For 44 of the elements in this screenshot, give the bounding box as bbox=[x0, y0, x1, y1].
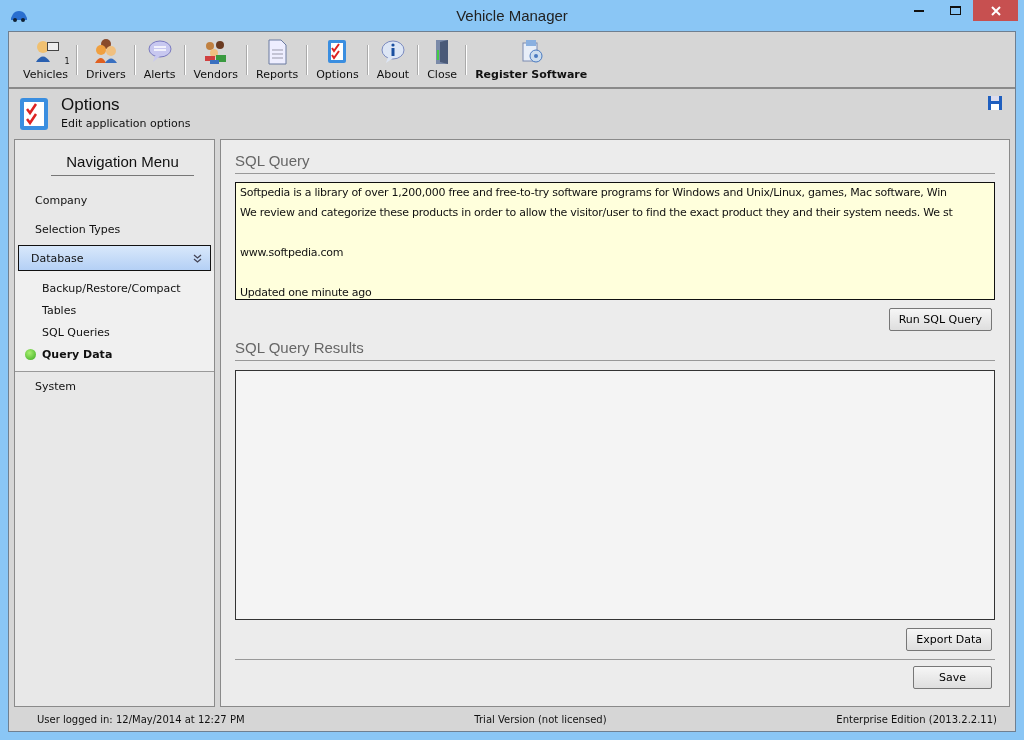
nav-subitem[interactable]: Backup/Restore/Compact bbox=[15, 277, 214, 299]
toolbar-button[interactable]: About bbox=[368, 36, 418, 83]
close-button[interactable] bbox=[973, 0, 1018, 21]
nav-item[interactable]: Company bbox=[18, 187, 211, 213]
toolbar-button[interactable]: Vendors bbox=[185, 36, 246, 83]
toolbar-button[interactable]: Alerts bbox=[135, 36, 184, 83]
toolbar-button[interactable]: Drivers bbox=[78, 36, 134, 83]
close-icon bbox=[990, 5, 1001, 16]
query-text-line: www.softpedia.com bbox=[240, 245, 344, 261]
checklist-icon bbox=[19, 97, 49, 131]
status-text: Trial Version (not licensed) bbox=[474, 713, 607, 725]
toolbar-button[interactable]: 1 Vehicles bbox=[15, 36, 77, 83]
save-icon[interactable] bbox=[987, 95, 1003, 111]
page-title: Options bbox=[61, 95, 121, 115]
nav-item[interactable]: System bbox=[18, 373, 211, 399]
window-title: Vehicle Manager bbox=[455, 7, 569, 24]
page-subtitle: Edit application options bbox=[61, 117, 191, 130]
nav-item[interactable]: Database bbox=[18, 245, 211, 271]
toolbar-button[interactable]: Register Software bbox=[467, 36, 596, 83]
nav-subitem[interactable]: Query Data bbox=[15, 343, 214, 365]
count-label: 1 bbox=[64, 57, 70, 66]
status-text: User logged in: 12/May/2014 at 12:27 PM bbox=[37, 713, 245, 725]
toolbar-button[interactable]: Options bbox=[308, 36, 367, 83]
section-title: SQL Query bbox=[235, 152, 995, 174]
car-icon bbox=[10, 9, 28, 22]
export-data-button[interactable]: Export Data bbox=[906, 628, 992, 651]
status-dot-icon bbox=[25, 348, 36, 360]
section-title: SQL Query Results bbox=[235, 339, 995, 361]
nav-subitem[interactable]: SQL Queries bbox=[15, 321, 214, 343]
query-text-line: We review and categorize these products in order to allow the visitor/user to find the exact product they and their system needs. We st bbox=[240, 205, 953, 221]
toolbar-button[interactable]: Reports bbox=[248, 36, 307, 83]
run-sql-query-button[interactable]: Run SQL Query bbox=[888, 308, 992, 331]
info-icon bbox=[378, 38, 407, 66]
toolbar-button[interactable]: Close bbox=[419, 36, 466, 83]
query-text-line: Updated one minute ago bbox=[240, 285, 372, 301]
maximize-icon bbox=[949, 6, 961, 15]
navigation-title: Navigation Menu bbox=[51, 153, 194, 176]
query-text-line: Softpedia is a library of over 1,200,000 free and free-to-try software programs for Windows and Unix/Linux, games, Mac software, Win bbox=[240, 185, 947, 201]
nav-subitem[interactable]: Tables bbox=[15, 299, 214, 321]
nav-item[interactable]: Selection Types bbox=[18, 216, 211, 242]
save-button[interactable]: Save bbox=[913, 666, 992, 689]
minimize-icon bbox=[914, 9, 924, 12]
sql-query-field[interactable] bbox=[235, 182, 995, 300]
status-text: Enterprise Edition (2013.2.2.11) bbox=[836, 713, 997, 725]
